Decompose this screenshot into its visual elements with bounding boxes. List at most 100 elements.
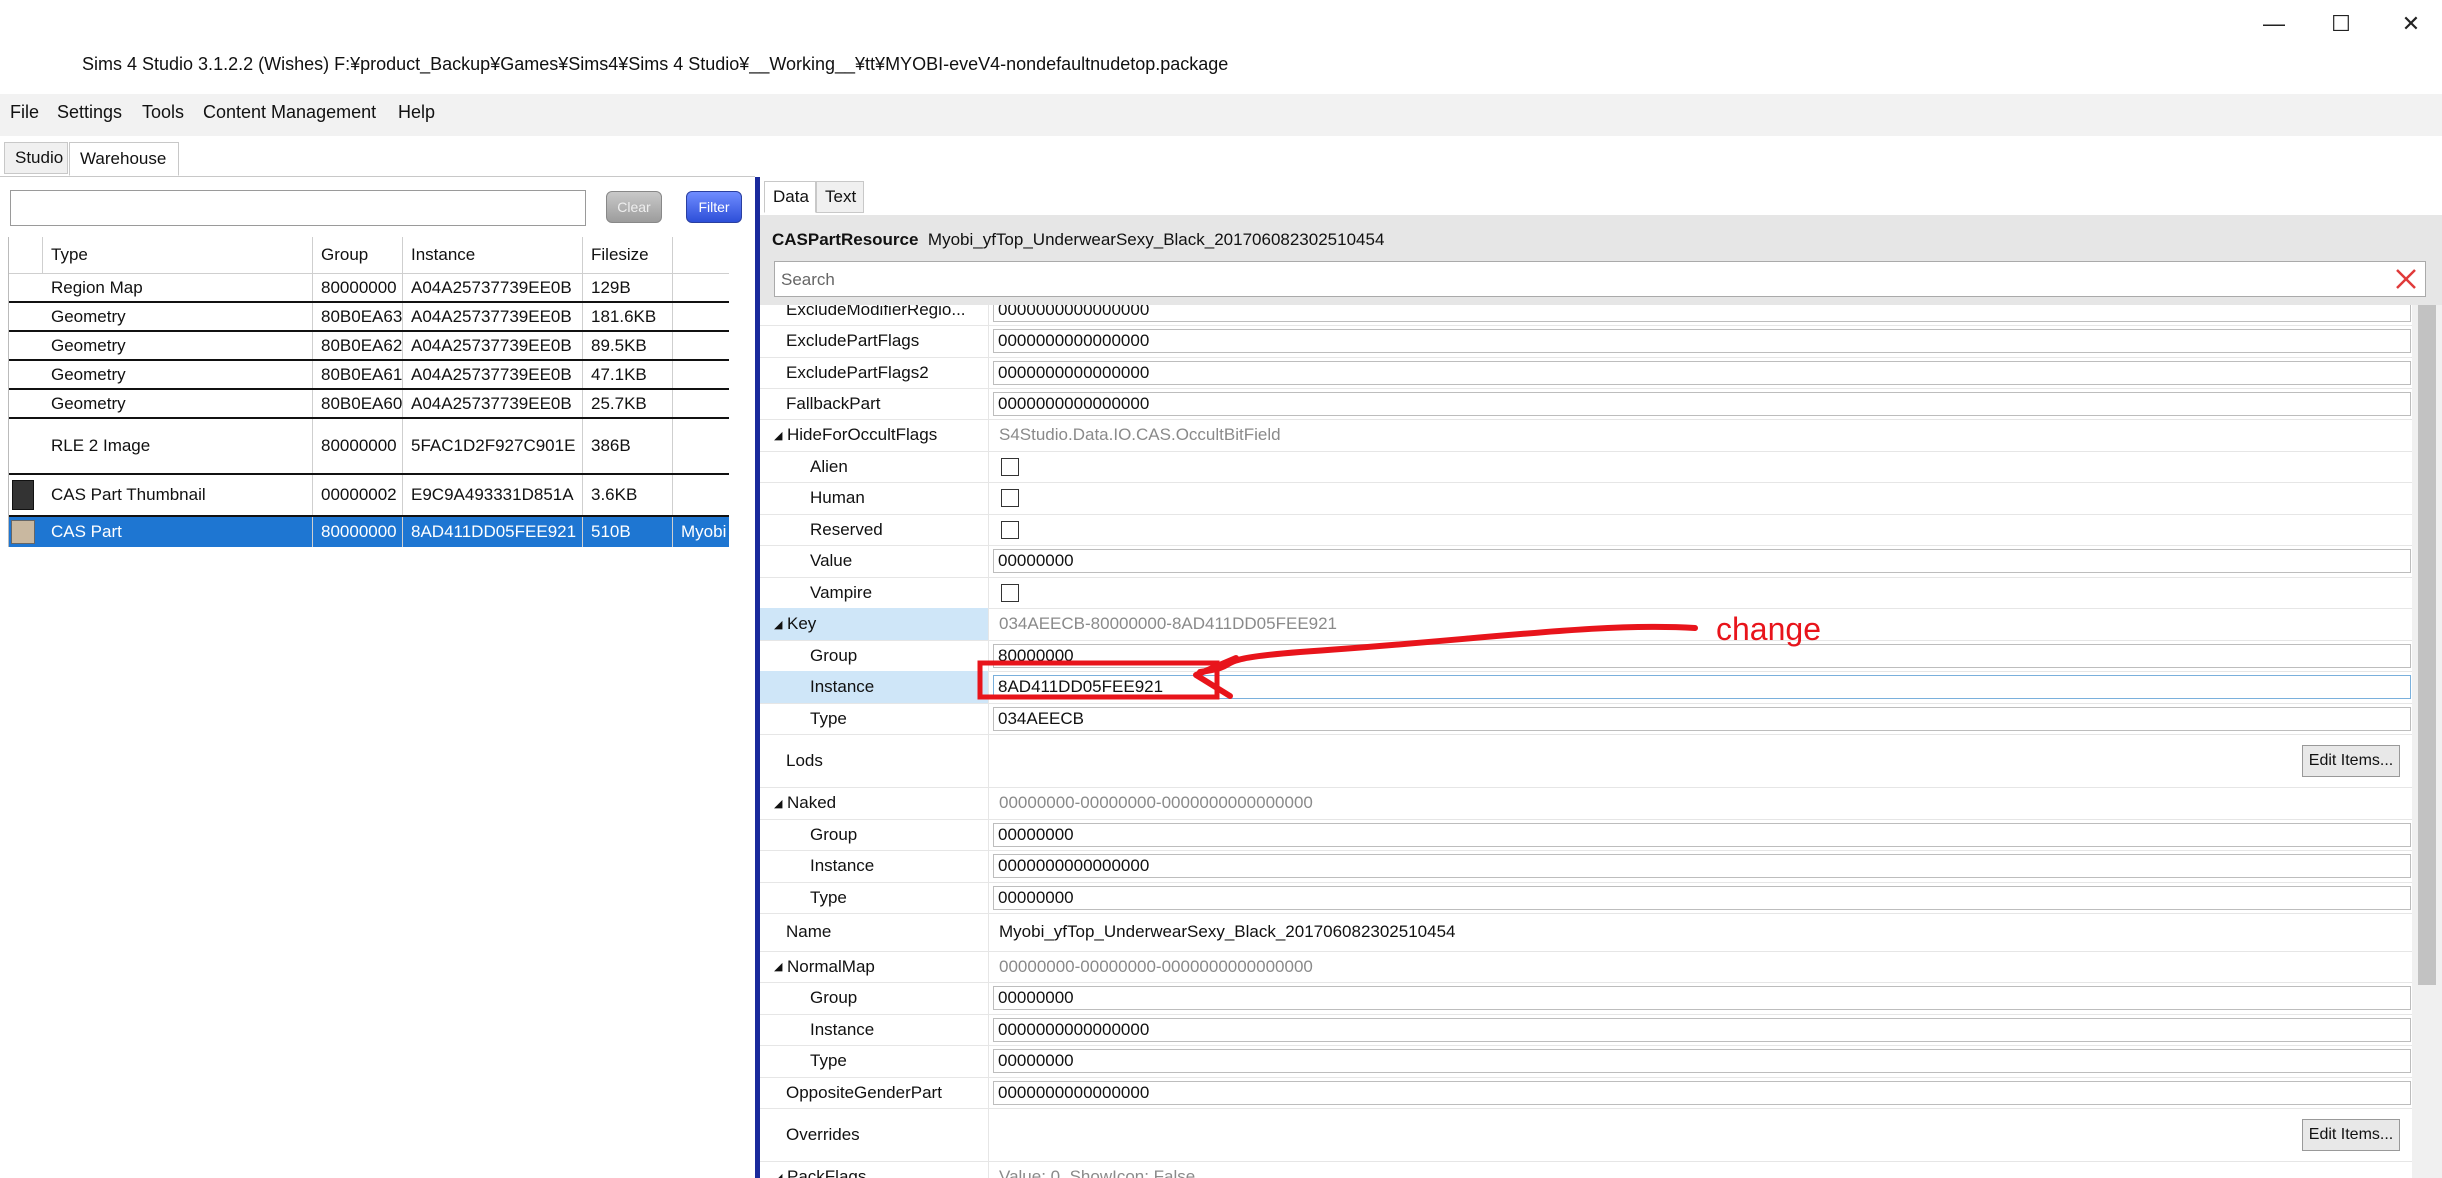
alien-checkbox[interactable] <box>1001 457 1019 476</box>
collapse-triangle-icon[interactable]: ◢ <box>774 960 784 973</box>
property-value[interactable]: 00000000 <box>988 1045 2412 1077</box>
table-row[interactable]: Region Map 80000000 A04A25737739EE0B 129… <box>9 274 729 303</box>
collapse-triangle-icon[interactable]: ◢ <box>774 797 784 810</box>
title-bar: Sims 4 Studio 3.1.2.2 (Wishes) F:¥produc… <box>0 0 2442 94</box>
collapse-triangle-icon[interactable]: ◢ <box>774 618 784 631</box>
edit-items-button[interactable]: Edit Items... <box>2302 745 2400 777</box>
property-label: Instance <box>810 856 875 875</box>
property-value[interactable] <box>988 577 2412 608</box>
property-value: Edit Items... <box>988 734 2412 787</box>
property-value[interactable] <box>988 482 2412 514</box>
property-row: Group 80000000 <box>760 640 2412 672</box>
thumbnail-icon <box>11 480 35 510</box>
property-value[interactable]: 0000000000000000 <box>988 357 2412 388</box>
property-value[interactable]: 0000000000000000 <box>988 325 2412 357</box>
property-scrollbar[interactable] <box>2412 305 2442 1178</box>
property-value[interactable]: 00000000 <box>988 882 2412 913</box>
property-row: ◢ PackFlags Value: 0, ShowIcon: False <box>760 1161 2412 1178</box>
vampire-checkbox[interactable] <box>1001 583 1019 602</box>
cell-type: CAS Part Thumbnail <box>43 475 313 515</box>
menu-settings[interactable]: Settings <box>57 102 122 123</box>
property-row: Instance 0000000000000000 <box>760 1014 2412 1046</box>
property-label: Type <box>810 887 847 907</box>
grid-header-type[interactable]: Type <box>43 237 313 273</box>
property-value[interactable]: 00000000 <box>988 982 2412 1014</box>
cell-instance: 8AD411DD05FEE921 <box>403 517 583 547</box>
table-row[interactable]: Geometry 80B0EA61 A04A25737739EE0B 47.1K… <box>9 361 729 390</box>
property-value[interactable]: 0000000000000000 <box>988 305 2412 325</box>
tab-data[interactable]: Data <box>764 181 816 213</box>
property-value[interactable]: 0000000000000000 <box>988 850 2412 882</box>
property-label: Lods <box>786 750 823 770</box>
property-row: Type 00000000 <box>760 1045 2412 1078</box>
property-label: Type <box>810 708 847 728</box>
property-value[interactable]: 0000000000000000 <box>988 1014 2412 1045</box>
property-label: Instance <box>760 671 988 703</box>
menu-content-management[interactable]: Content Management <box>203 102 376 123</box>
property-label: Group <box>810 988 858 1007</box>
property-value[interactable] <box>988 514 2412 545</box>
property-row: ◢ Naked 00000000-00000000-000000000000000… <box>760 787 2412 820</box>
property-value[interactable] <box>988 451 2412 482</box>
property-value: 00000000-00000000-0000000000000000 <box>988 787 2412 819</box>
clear-button[interactable]: Clear <box>606 191 662 223</box>
human-checkbox[interactable] <box>1001 489 1019 507</box>
property-value[interactable]: 0000000000000000 <box>988 1077 2412 1108</box>
reserved-checkbox[interactable] <box>1001 520 1019 539</box>
property-value[interactable]: Myobi_yfTop_UnderwearSexy_Black_20170608… <box>988 913 2412 951</box>
property-value[interactable]: 80000000 <box>988 640 2412 671</box>
edit-items-button[interactable]: Edit Items... <box>2302 1119 2400 1151</box>
key-instance-field[interactable]: 8AD411DD05FEE921 <box>988 671 2412 703</box>
property-label: Human <box>810 488 865 507</box>
clear-search-icon[interactable] <box>2393 266 2419 292</box>
property-value[interactable]: 00000000 <box>988 545 2412 577</box>
property-label: Type <box>810 1051 847 1070</box>
property-row: Vampire <box>760 577 2412 609</box>
property-value[interactable]: 034AEECB <box>988 703 2412 734</box>
collapse-triangle-icon[interactable]: ◢ <box>774 1171 784 1178</box>
tab-warehouse[interactable]: Warehouse <box>69 142 179 176</box>
cell-instance: A04A25737739EE0B <box>403 303 583 330</box>
menu-file[interactable]: File <box>10 102 39 123</box>
property-label: ExcludePartFlags2 <box>786 362 929 382</box>
scrollbar-thumb[interactable] <box>2418 305 2436 985</box>
cell-group: 80B0EA61 <box>313 361 403 388</box>
minimize-button[interactable]: — <box>2249 6 2299 42</box>
tab-text[interactable]: Text <box>816 181 864 213</box>
grid-header-instance[interactable]: Instance <box>403 237 583 273</box>
table-row-selected[interactable]: CAS Part 80000000 8AD411DD05FEE921 510B … <box>9 517 729 547</box>
table-row[interactable]: Geometry 80B0EA60 A04A25737739EE0B 25.7K… <box>9 390 729 419</box>
grid-header-filesize[interactable]: Filesize <box>583 237 673 273</box>
table-row[interactable]: Geometry 80B0EA63 A04A25737739EE0B 181.6… <box>9 303 729 332</box>
grid-header-thumb <box>9 237 43 273</box>
close-button[interactable]: ✕ <box>2386 6 2436 42</box>
collapse-triangle-icon[interactable]: ◢ <box>774 429 784 442</box>
maximize-button[interactable]: ☐ <box>2316 6 2366 42</box>
menu-help[interactable]: Help <box>398 102 435 123</box>
property-value[interactable]: 00000000 <box>988 819 2412 850</box>
table-row[interactable]: Geometry 80B0EA62 A04A25737739EE0B 89.5K… <box>9 332 729 361</box>
property-label: Overrides <box>786 1124 860 1144</box>
property-value: Value: 0, ShowIcon: False <box>988 1161 2412 1178</box>
table-row[interactable]: CAS Part Thumbnail 00000002 E9C9A493331D… <box>9 475 729 517</box>
tab-studio[interactable]: Studio <box>4 142 68 174</box>
property-search-input[interactable]: Search <box>774 261 2426 297</box>
table-row[interactable]: RLE 2 Image 80000000 5FAC1D2F927C901E 38… <box>9 419 729 475</box>
filter-button[interactable]: Filter <box>686 191 742 223</box>
cell-filesize: 25.7KB <box>583 390 673 417</box>
property-row: Overrides Edit Items... <box>760 1108 2412 1162</box>
property-value[interactable]: 0000000000000000 <box>988 388 2412 419</box>
grid-header: Type Group Instance Filesize <box>9 237 729 274</box>
property-row: Instance 0000000000000000 <box>760 850 2412 883</box>
property-row: ExcludePartFlags2 0000000000000000 <box>760 357 2412 389</box>
property-label: Value <box>810 551 853 570</box>
warehouse-search-input[interactable] <box>10 190 586 226</box>
cell-group: 80B0EA63 <box>313 303 403 330</box>
cell-type: Geometry <box>43 332 313 359</box>
property-row: Type 034AEECB <box>760 703 2412 735</box>
property-row: Value 00000000 <box>760 545 2412 578</box>
cell-instance: E9C9A493331D851A <box>403 475 583 515</box>
menu-tools[interactable]: Tools <box>142 102 184 123</box>
grid-header-group[interactable]: Group <box>313 237 403 273</box>
property-row: ◢ Key 034AEECB-80000000-8AD411DD05FEE921 <box>760 608 2412 641</box>
